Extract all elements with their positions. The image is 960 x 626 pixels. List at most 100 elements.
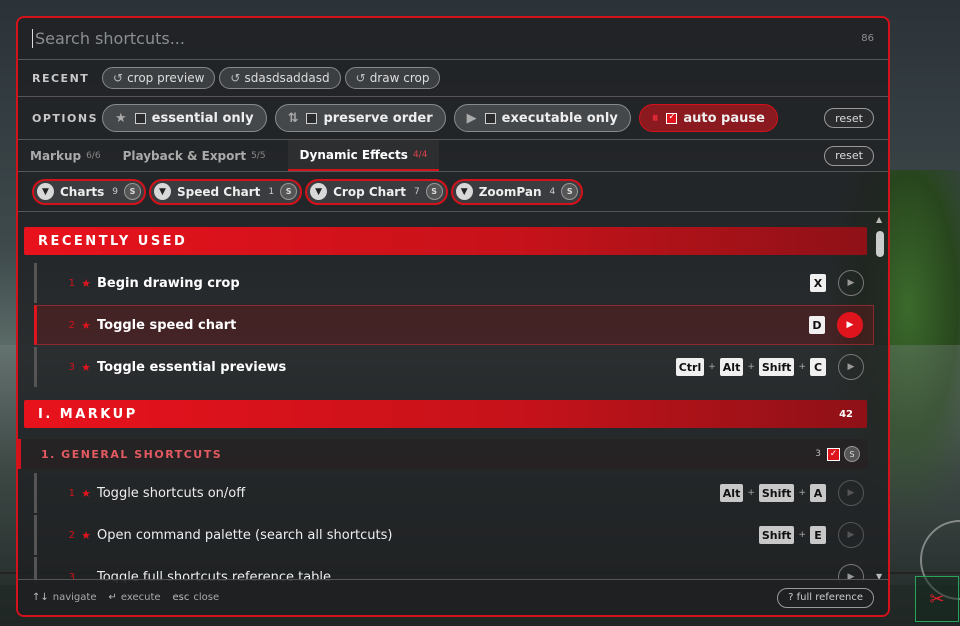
filter-count: 9: [112, 186, 118, 197]
filter-speed-chart[interactable]: ▼ Speed Chart 1 S: [148, 178, 303, 205]
tab-markup[interactable]: Markup 6/6: [30, 140, 113, 171]
recent-chip[interactable]: ↺ draw crop: [344, 67, 441, 89]
filter-label: Speed Chart: [176, 184, 261, 199]
navigate-hint: navigate: [52, 592, 97, 603]
chevron-down-icon[interactable]: ▼: [455, 183, 473, 200]
recent-chip[interactable]: ↺ crop preview: [102, 67, 216, 89]
key: Shift: [758, 484, 795, 502]
play-icon: ▶: [466, 110, 477, 126]
tab-playback-export[interactable]: Playback & Export 5/5: [123, 140, 278, 171]
tab-count: 5/5: [251, 150, 266, 161]
filter-zoompan[interactable]: ▼ ZoomPan 4 S: [450, 178, 584, 205]
row-label: Toggle essential previews: [97, 359, 287, 375]
key-combo: Shift + E: [758, 526, 826, 544]
play-icon[interactable]: ▶: [838, 522, 864, 548]
row-label: Open command palette (search all shortcu…: [97, 527, 393, 543]
enter-icon: ↵: [108, 592, 117, 603]
key-combo: Alt + Shift + A: [719, 484, 826, 502]
key: E: [810, 526, 826, 544]
search-row: 86: [18, 18, 888, 60]
pause-icon: ⏸: [651, 110, 659, 126]
section-recently-used: RECENTLY USED: [24, 227, 867, 255]
row-number: 2: [68, 319, 75, 331]
filter-count: 4: [549, 186, 556, 197]
section-count: 42: [839, 408, 853, 420]
shortcut-row[interactable]: 2 ★ Toggle speed chart D ▶: [34, 305, 874, 345]
tab-dynamic-effects[interactable]: Dynamic Effects 4/4: [287, 140, 440, 171]
subsection-general-shortcuts[interactable]: 1. GENERAL SHORTCUTS 3 ✓ S: [18, 439, 868, 469]
tab-label: Playback & Export: [122, 148, 247, 163]
play-icon[interactable]: ▶: [837, 312, 863, 338]
scissors-icon[interactable]: ✂: [915, 576, 959, 622]
option-label: executable only: [501, 110, 618, 126]
star-icon[interactable]: ★: [75, 487, 97, 500]
recent-chip-label: crop preview: [127, 71, 205, 85]
checkbox[interactable]: ✓: [827, 447, 840, 461]
history-icon: ↺: [355, 71, 366, 85]
filter-solo-button[interactable]: S: [123, 183, 141, 200]
footer: ↑↓ navigate ↵ execute esc close ? full r…: [18, 579, 888, 615]
option-auto-pause[interactable]: ⏸ auto pause: [638, 104, 778, 132]
play-icon[interactable]: ▶: [838, 270, 864, 296]
options-reset-button[interactable]: reset: [824, 108, 874, 128]
row-number: 3: [68, 361, 75, 373]
star-icon[interactable]: ★: [75, 529, 97, 542]
play-icon[interactable]: ▶: [838, 354, 864, 380]
option-executable-only[interactable]: ▶ executable only: [453, 104, 631, 132]
shortcut-row[interactable]: 2 ★ Open command palette (search all sho…: [34, 515, 874, 555]
filter-charts[interactable]: ▼ Charts 9 S: [32, 178, 146, 205]
search-input[interactable]: [32, 29, 862, 48]
filter-label: ZoomPan: [478, 184, 542, 199]
shortcut-row[interactable]: 1 ★ Toggle shortcuts on/off Alt + Shift + …: [34, 473, 874, 513]
play-icon[interactable]: ▶: [838, 480, 864, 506]
key: Shift: [758, 526, 795, 544]
filter-solo-button[interactable]: S: [425, 183, 443, 200]
chevron-down-icon[interactable]: ▼: [37, 183, 54, 200]
star-icon[interactable]: ★: [75, 319, 97, 332]
key: Shift: [758, 358, 795, 376]
row-number: 1: [68, 487, 75, 499]
filter-solo-button[interactable]: S: [561, 183, 579, 200]
scroll-thumb[interactable]: [876, 231, 884, 257]
section-markup: I. MARKUP 42: [24, 400, 867, 428]
key: X: [810, 274, 826, 292]
checkbox[interactable]: [666, 112, 678, 124]
option-label: essential only: [151, 110, 254, 126]
chevron-down-icon[interactable]: ▼: [153, 183, 171, 200]
key: Alt: [719, 484, 744, 502]
chevron-down-icon[interactable]: ▼: [310, 183, 328, 200]
star-icon[interactable]: ★: [75, 361, 97, 374]
section-title: I. MARKUP: [38, 406, 138, 422]
tab-label: Markup: [30, 148, 82, 163]
filter-crop-chart[interactable]: ▼ Crop Chart 7 S: [305, 178, 448, 205]
option-preserve-order[interactable]: ⇅ preserve order: [274, 104, 446, 132]
checkbox[interactable]: [484, 112, 496, 124]
filter-label: Charts: [60, 184, 105, 199]
solo-button[interactable]: S: [844, 446, 860, 462]
full-reference-button[interactable]: ? full reference: [777, 587, 874, 608]
tabs-reset-button[interactable]: reset: [824, 145, 874, 166]
checkbox[interactable]: [134, 112, 146, 124]
star-icon[interactable]: ★: [75, 277, 97, 290]
filter-label: Crop Chart: [333, 184, 406, 199]
tab-count: 6/6: [86, 150, 101, 161]
scroll-up-icon[interactable]: ▲: [876, 215, 882, 224]
shortcut-row[interactable]: 1 ★ Begin drawing crop X ▶: [34, 263, 874, 303]
key-combo: D: [809, 316, 825, 334]
key: Ctrl: [675, 358, 705, 376]
shortcut-list: RECENTLY USED 1 ★ Begin drawing crop X ▶…: [18, 213, 876, 583]
key: A: [810, 484, 826, 502]
recent-label: RECENT: [32, 71, 90, 85]
option-label: preserve order: [323, 110, 433, 126]
checkbox[interactable]: [306, 112, 318, 124]
option-essential-only[interactable]: ★ essential only: [102, 104, 267, 132]
star-icon: ★: [115, 110, 127, 126]
shortcut-row[interactable]: 3 ★ Toggle essential previews Ctrl + Alt +…: [34, 347, 874, 387]
filters-row: ▼ Charts 9 S ▼ Speed Chart 1 S ▼ Crop Chart 7 S ▼…: [18, 172, 888, 212]
filter-solo-button[interactable]: S: [280, 183, 298, 200]
recent-chip[interactable]: ↺ sdasdsaddasd: [219, 67, 341, 89]
key: D: [809, 316, 825, 334]
subsection-count: 3: [815, 449, 821, 459]
scrollbar[interactable]: ▲ ▼: [872, 213, 888, 583]
recent-chip-label: draw crop: [369, 71, 430, 85]
